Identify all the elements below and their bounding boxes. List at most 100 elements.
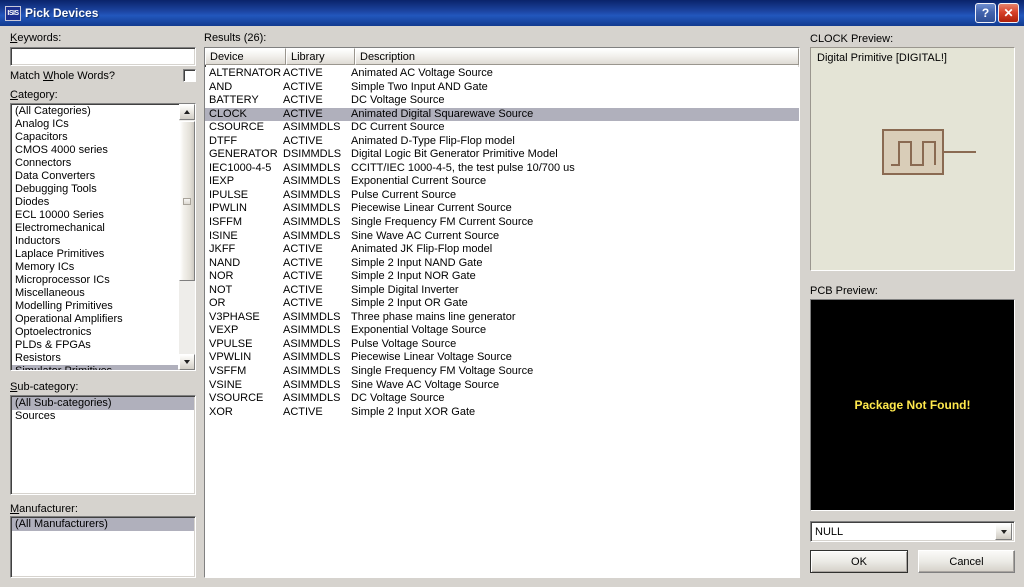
cell-device: AND [209,80,233,93]
cell-device: VEXP [209,324,239,337]
category-list-item[interactable]: Diodes [12,196,178,209]
cell-library: ACTIVE [283,67,323,79]
table-row[interactable]: JKFF ACTIVE Animated JK Flip-Flop model [205,243,799,257]
cell-description: Single Frequency FM Current Source [351,216,534,229]
pick-devices-dialog: ISIS Pick Devices ? ✕ Keywords: Match Wh… [0,0,1024,587]
category-list-item[interactable]: Connectors [12,157,178,170]
table-row[interactable]: CSOURCE ASIMMDLS DC Current Source [205,121,799,135]
close-icon[interactable]: ✕ [998,3,1019,23]
cell-device: NOT [209,283,233,296]
table-row[interactable]: CLOCK ACTIVE Animated Digital Squarewave S… [205,107,799,122]
category-scroll-thumb[interactable] [179,121,195,281]
table-row[interactable]: XOR ACTIVE Simple 2 Input XOR Gate [205,406,799,420]
manufacturer-list-item[interactable]: (All Manufacturers) [12,518,194,531]
ok-button[interactable]: OK [810,550,908,573]
chevron-down-icon[interactable] [995,523,1012,540]
column-header-library[interactable]: Library [286,48,355,65]
table-row[interactable]: GENERATOR DSIMMDLS Digital Logic Bit Gener… [205,148,799,162]
category-list[interactable]: (All Categories) Analog ICs Capacitors CMOS… [10,103,196,371]
cell-library: ASIMMDLS [283,202,341,215]
category-list-item[interactable]: Inductors [12,235,178,248]
table-row[interactable]: ISFFM ASIMMDLS Single Frequency FM Current… [205,216,799,230]
cell-device: XOR [209,405,233,418]
category-list-item[interactable]: Data Converters [12,170,178,183]
category-list-item[interactable]: Microprocessor ICs [12,274,178,287]
subcategory-list-item[interactable]: Sources [12,410,194,423]
category-list-item[interactable]: (All Categories) [12,105,178,118]
category-list-item[interactable]: PLDs & FPGAs [12,339,178,352]
cell-description: Animated JK Flip-Flop model [351,243,493,256]
table-row[interactable]: NOT ACTIVE Simple Digital Inverter [205,284,799,298]
cell-description: Animated D-Type Flip-Flop model [351,134,515,147]
table-row[interactable]: BATTERY ACTIVE DC Voltage Source [205,94,799,108]
cell-description: Three phase mains line generator [351,310,516,323]
match-whole-words-label: Match Whole Words? [10,70,115,82]
category-list-item[interactable]: CMOS 4000 series [12,144,178,157]
table-row[interactable]: VPWLIN ASIMMDLS Piecewise Linear Voltage S… [205,351,799,365]
table-row[interactable]: VEXP ASIMMDLS Exponential Voltage Source [205,324,799,338]
category-list-item[interactable]: Laplace Primitives [12,248,178,261]
help-icon[interactable]: ? [975,3,996,23]
pcb-preview-panel: Package Not Found! [810,299,1015,511]
ok-button-label: OK [851,555,867,568]
cell-device: V3PHASE [209,310,260,323]
table-row[interactable]: AND ACTIVE Simple Two Input AND Gate [205,81,799,95]
table-row[interactable]: IPWLIN ASIMMDLS Piecewise Linear Current S… [205,202,799,216]
cancel-button[interactable]: Cancel [918,550,1015,573]
table-row[interactable]: VPULSE ASIMMDLS Pulse Voltage Source [205,338,799,352]
table-row[interactable]: DTFF ACTIVE Animated D-Type Flip-Flop mode… [205,135,799,149]
cell-library: DSIMMDLS [283,148,342,161]
subcategory-list-item[interactable]: (All Sub-categories) [12,397,194,410]
cell-description: Simple 2 Input OR Gate [351,297,468,310]
category-list-item[interactable]: Capacitors [12,131,178,144]
table-row[interactable]: ISINE ASIMMDLS Sine Wave AC Current Source [205,230,799,244]
table-row[interactable]: VSFFM ASIMMDLS Single Frequency FM Voltage… [205,365,799,379]
category-label: Category: [10,89,58,101]
table-row[interactable]: NAND ACTIVE Simple 2 Input NAND Gate [205,257,799,271]
manufacturer-list[interactable]: (All Manufacturers) [10,516,196,578]
table-row[interactable]: OR ACTIVE Simple 2 Input OR Gate [205,297,799,311]
column-header-description[interactable]: Description [355,48,799,65]
cell-library: ASIMMDLS [283,310,341,323]
cell-library: ASIMMDLS [283,161,341,174]
category-scrollbar[interactable] [179,104,195,370]
category-list-item[interactable]: Optoelectronics [12,326,178,339]
table-row[interactable]: V3PHASE ASIMMDLS Three phase mains line ge… [205,311,799,325]
scroll-up-icon[interactable] [179,104,195,120]
cell-library: ASIMMDLS [283,324,341,337]
category-list-item[interactable]: Operational Amplifiers [12,313,178,326]
category-list-item[interactable]: ECL 10000 Series [12,209,178,222]
table-row[interactable]: IEC1000-4-5 ASIMMDLS CCITT/IEC 1000-4-5, t… [205,162,799,176]
table-row[interactable]: IPULSE ASIMMDLS Pulse Current Source [205,189,799,203]
table-row[interactable]: IEXP ASIMMDLS Exponential Current Source [205,175,799,189]
package-select[interactable]: NULL [810,521,1015,542]
category-list-item[interactable]: Miscellaneous [12,287,178,300]
category-list-item[interactable]: Memory ICs [12,261,178,274]
category-list-item[interactable]: Debugging Tools [12,183,178,196]
keywords-input-wrap[interactable] [10,47,196,66]
cell-device: IEXP [209,175,235,188]
scroll-down-icon[interactable] [179,354,195,370]
cell-device: CLOCK [209,107,247,120]
cell-description: DC Voltage Source [351,94,445,107]
clock-preview-label: CLOCK Preview: [810,33,894,45]
subcategory-list[interactable]: (All Sub-categories) Sources [10,395,196,495]
table-row[interactable]: VSOURCE ASIMMDLS DC Voltage Source [205,392,799,406]
category-list-item[interactable]: Resistors [12,352,178,365]
category-list-item[interactable]: Modelling Primitives [12,300,178,313]
table-row[interactable]: VSINE ASIMMDLS Sine Wave AC Voltage Source [205,379,799,393]
category-list-item[interactable]: Analog ICs [12,118,178,131]
cell-library: ACTIVE [283,134,323,147]
column-header-device[interactable]: Device [205,48,286,65]
category-list-item[interactable]: Electromechanical [12,222,178,235]
match-whole-words-checkbox[interactable] [183,69,196,82]
cell-device: CSOURCE [209,121,265,134]
table-row[interactable]: NOR ACTIVE Simple 2 Input NOR Gate [205,270,799,284]
cell-device: IEC1000-4-5 [209,161,272,174]
category-list-item[interactable]: Simulator Primitives [12,365,178,370]
cell-library: ACTIVE [283,243,323,256]
table-row[interactable]: ALTERNATOR ACTIVE Animated AC Voltage Sour… [205,67,799,81]
search-input[interactable] [11,48,195,65]
results-table[interactable]: Device Library Description ALTERNATOR ACT… [204,47,800,578]
cell-description: DC Current Source [351,121,445,134]
